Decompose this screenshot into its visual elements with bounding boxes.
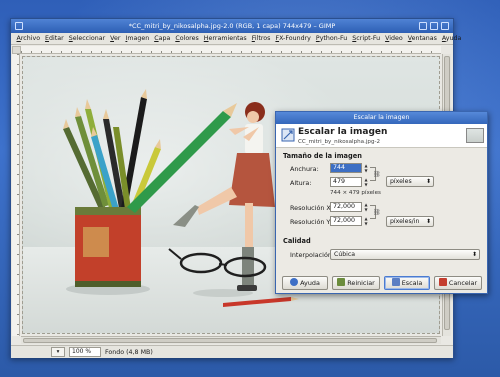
maximize-icon[interactable] [430, 22, 438, 30]
dialog-subheading: CC_mitri_by_nikosalpha.jpg-2 [298, 139, 381, 145]
res-unit-value: píxeles/in [390, 218, 420, 225]
chain-link-icon[interactable]: ⛓ [373, 171, 381, 179]
horizontal-scroll-thumb[interactable] [23, 338, 437, 343]
image-thumbnail [466, 128, 484, 143]
height-label: Altura: [290, 179, 312, 187]
menu-herramientas[interactable]: Herramientas [201, 33, 249, 45]
size-unit-select[interactable]: píxeles ⬍ [386, 176, 434, 187]
menu-ayuda[interactable]: Ayuda [439, 33, 463, 45]
size-note: 744 × 479 píxeles [330, 190, 381, 196]
dialog-heading: Escalar la imagen [298, 127, 388, 137]
res-y-label: Resolución Y: [290, 218, 332, 226]
interpolation-select[interactable]: Cúbica ⬍ [330, 249, 480, 260]
res-chain-link-icon[interactable]: ⛓ [373, 209, 381, 217]
window-title: *CC_mitri_by_nikosalpha.jpg-2.0 (RGB, 1 … [128, 22, 336, 30]
menu-video[interactable]: Video [383, 33, 406, 45]
menu-editar[interactable]: Editar [43, 33, 67, 45]
menu-python-fu[interactable]: Python-Fu [313, 33, 349, 45]
reset-button-label: Reiniciar [347, 279, 375, 287]
help-button[interactable]: Ayuda [282, 276, 328, 290]
res-y-field[interactable]: 72,000 [330, 216, 362, 226]
reset-button[interactable]: Reiniciar [332, 276, 380, 290]
horizontal-ruler[interactable] [21, 46, 441, 54]
interp-label: Interpolación: [290, 251, 335, 259]
height-spinner[interactable]: ▲ ▼ [363, 177, 369, 187]
minimize-icon[interactable] [419, 22, 427, 30]
menu-seleccionar[interactable]: Seleccionar [66, 33, 107, 45]
ruler-corner-button[interactable] [12, 46, 21, 54]
statusbar: ▾ 100 % Fondo (4,8 MB) [11, 345, 453, 358]
dialog-header: Escalar la imagen CC_mitri_by_nikosalpha… [276, 124, 487, 148]
size-unit-value: píxeles [390, 178, 412, 185]
res-unit-select[interactable]: píxeles/in ⬍ [386, 216, 434, 227]
reset-icon [337, 278, 346, 286]
menu-script-fu[interactable]: Script-Fu [350, 33, 383, 45]
menu-fx-foundry[interactable]: FX-Foundry [273, 33, 313, 45]
cancel-icon [438, 278, 447, 286]
size-section-title: Tamaño de la imagen [283, 152, 362, 160]
unit-menu-button[interactable]: ▾ [51, 347, 65, 357]
width-label: Anchura: [290, 165, 319, 173]
interp-chevron-down-icon: ⬍ [471, 251, 477, 258]
zoom-select[interactable]: 100 % [69, 347, 101, 357]
close-icon[interactable] [441, 22, 449, 30]
vertical-ruler[interactable] [12, 54, 20, 336]
menubar: Archivo Editar Seleccionar Ver Imagen Ca… [11, 33, 461, 45]
menu-archivo[interactable]: Archivo [14, 33, 43, 45]
scale-image-icon [281, 128, 295, 142]
dialog-title: Escalar la imagen [353, 114, 410, 121]
menu-imagen[interactable]: Imagen [123, 33, 152, 45]
scale-button[interactable]: Escala [384, 276, 430, 290]
cancel-button[interactable]: Cancelar [434, 276, 482, 290]
chevron-down-icon: ⬍ [425, 178, 431, 185]
quality-section-title: Calidad [283, 237, 311, 245]
res-x-field[interactable]: 72,000 [330, 202, 362, 212]
res-x-label: Resolución X: [290, 204, 333, 212]
window-titlebar[interactable]: *CC_mitri_by_nikosalpha.jpg-2.0 (RGB, 1 … [11, 19, 453, 33]
help-icon [290, 278, 299, 286]
res-chevron-down-icon: ⬍ [425, 218, 431, 225]
scale-image-dialog: Escalar la imagen Escalar la imagen CC_m… [275, 111, 488, 294]
menu-colores[interactable]: Colores [173, 33, 201, 45]
res-x-spinner[interactable]: ▲ ▼ [363, 202, 369, 212]
menu-ver[interactable]: Ver [108, 33, 123, 45]
height-field[interactable]: 479 [330, 177, 362, 187]
window-menu-icon[interactable] [15, 22, 23, 30]
scale-button-label: Escala [401, 279, 423, 287]
menu-ventanas[interactable]: Ventanas [405, 33, 439, 45]
width-field[interactable]: 744 [330, 163, 362, 173]
status-info: Fondo (4,8 MB) [105, 348, 153, 356]
width-spinner[interactable]: ▲ ▼ [363, 163, 369, 173]
menu-filtros[interactable]: Filtros [249, 33, 273, 45]
res-y-spinner[interactable]: ▲ ▼ [363, 216, 369, 226]
help-button-label: Ayuda [300, 279, 320, 287]
interpolation-value: Cúbica [334, 251, 356, 258]
horizontal-scrollbar[interactable] [21, 336, 441, 344]
scale-icon [391, 278, 400, 286]
cancel-button-label: Cancelar [448, 279, 478, 287]
menu-capa[interactable]: Capa [152, 33, 173, 45]
dialog-titlebar[interactable]: Escalar la imagen [276, 112, 487, 124]
